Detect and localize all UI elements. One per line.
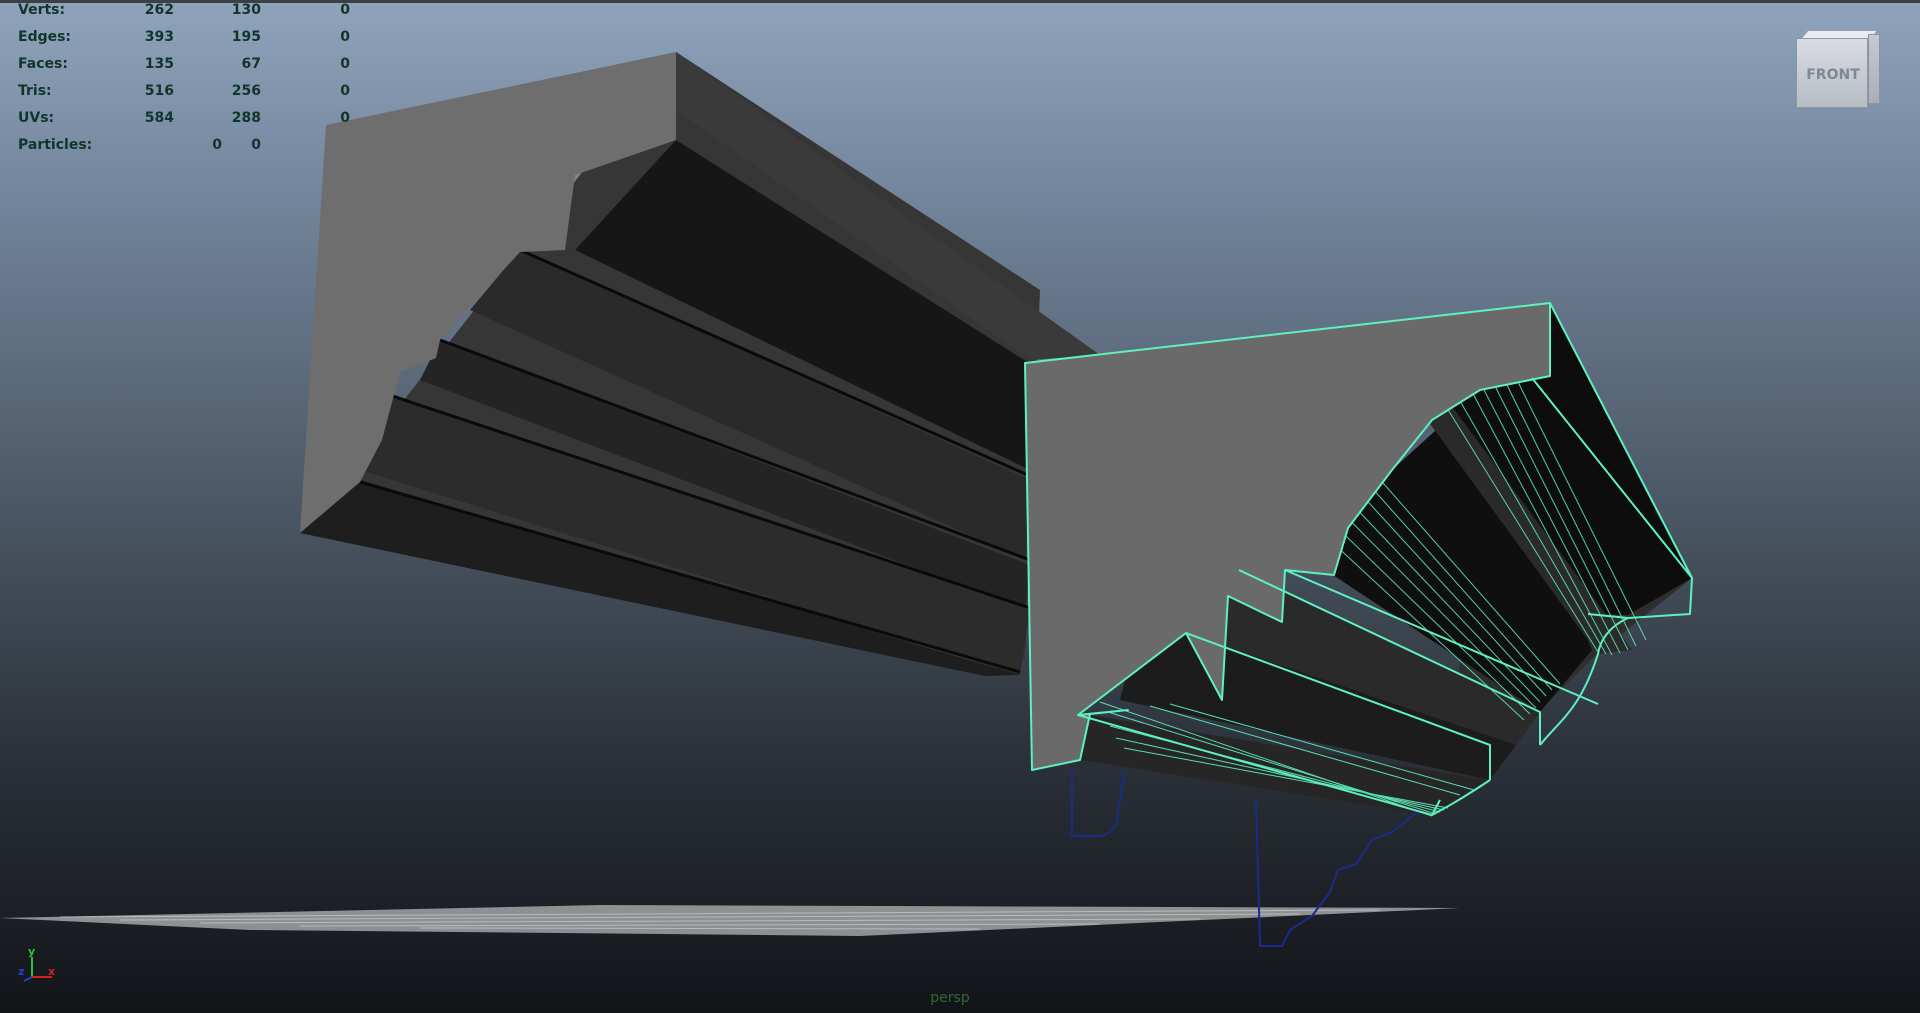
hud-label: Faces: — [18, 56, 68, 72]
hud-label: UVs: — [18, 110, 55, 126]
ground-grid — [0, 905, 1460, 936]
hud-row-faces: Faces: 135 67 0 — [0, 56, 360, 76]
hud-value-selected: 0 — [340, 56, 350, 72]
hud-value-scene: 584 — [144, 110, 174, 126]
view-cube-front-face[interactable]: FRONT — [1796, 38, 1868, 108]
hud-value-selected: 0 — [340, 110, 350, 126]
hud-value-selected: 0 — [340, 83, 350, 99]
hud-row-edges: Edges: 393 195 0 — [0, 29, 360, 49]
hud-value-scene: 135 — [144, 56, 174, 72]
view-cube-right-face[interactable]: № — [1868, 34, 1880, 104]
hud-value-selected: 0 — [340, 2, 350, 18]
camera-name-label: persp — [930, 990, 970, 1006]
hud-value-object: 130 — [231, 2, 261, 18]
axis-gizmo-icon: y x z — [18, 945, 55, 982]
hud-label: Verts: — [18, 2, 66, 18]
hud-value-object: 0 — [251, 137, 261, 153]
hud-value-object: 67 — [241, 56, 261, 72]
molding-unselected[interactable] — [300, 52, 1100, 676]
hud-row-uvs: UVs: 584 288 0 — [0, 110, 360, 130]
view-cube[interactable]: FRONT № — [1796, 30, 1882, 110]
poly-count-hud: Verts: 262 130 0 Edges: 393 195 0 Faces:… — [0, 0, 360, 160]
hud-value-scene: 393 — [144, 29, 174, 45]
view-cube-front-label: FRONT — [1806, 67, 1860, 83]
profile-curve-1 — [1071, 769, 1125, 837]
hud-value-selected: 0 — [340, 29, 350, 45]
hud-value-object: 195 — [231, 29, 261, 45]
hud-row-verts: Verts: 262 130 0 — [0, 2, 360, 22]
hud-row-particles: Particles: 0 0 — [0, 137, 360, 157]
hud-value-object: 256 — [231, 83, 261, 99]
maya-viewport[interactable]: Verts: 262 130 0 Edges: 393 195 0 Faces:… — [0, 0, 1920, 1013]
axis-y-label: y — [28, 945, 35, 958]
hud-row-tris: Tris: 516 256 0 — [0, 83, 360, 103]
axis-z-label: z — [18, 965, 24, 978]
hud-value-scene: 516 — [144, 83, 174, 99]
axis-x-label: x — [48, 965, 55, 978]
hud-value-object: 288 — [231, 110, 261, 126]
molding-selected[interactable] — [1024, 302, 1693, 817]
hud-label: Particles: — [18, 137, 93, 153]
hud-label: Tris: — [18, 83, 52, 99]
hud-value-scene: 262 — [144, 2, 174, 18]
hud-label: Edges: — [18, 29, 72, 45]
